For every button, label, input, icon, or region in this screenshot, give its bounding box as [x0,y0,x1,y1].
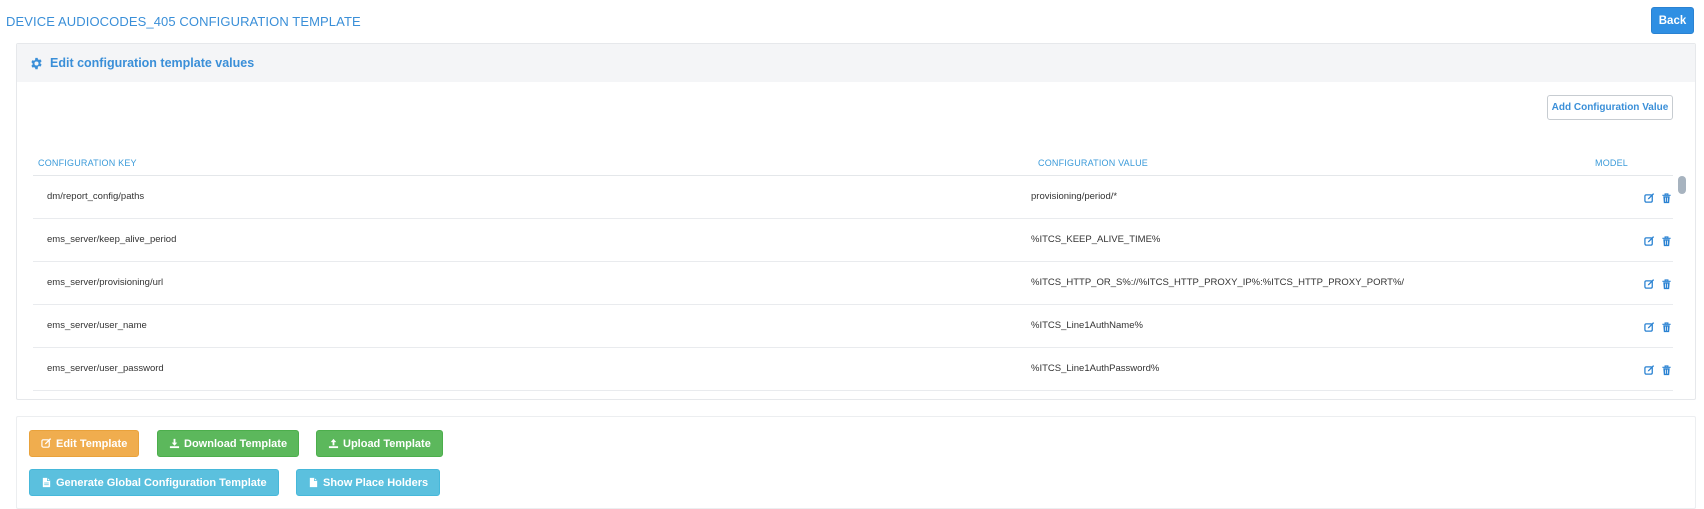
gear-icon [30,57,43,70]
edit-icon[interactable] [1644,277,1655,289]
add-configuration-value-button[interactable]: Add Configuration Value [1547,95,1673,120]
config-key: ems_server/keep_alive_period [47,234,177,245]
generate-global-template-label: Generate Global Configuration Template [56,476,267,489]
file-icon [41,477,52,488]
table-row: ems_server/keep_alive_period %ITCS_KEEP_… [33,219,1673,262]
table-row: ems_server/provisioning/url %ITCS_HTTP_O… [33,262,1673,305]
back-button[interactable]: Back [1651,7,1694,34]
config-key: dm/report_config/paths [47,191,145,202]
config-key: ems_server/user_password [47,363,164,374]
config-value: %ITCS_HTTP_OR_S%://%ITCS_HTTP_PROXY_IP%:… [1031,277,1405,288]
template-actions-panel: Edit Template Download Template Upload T… [16,416,1696,509]
config-value: %ITCS_Line1AuthName% [1031,320,1143,331]
config-values-panel: Edit configuration template values Add C… [16,43,1696,400]
edit-template-label: Edit Template [56,437,128,450]
trash-icon[interactable] [1661,234,1672,247]
config-key: ems_server/user_name [47,320,147,331]
config-value: %ITCS_Line1AuthPassword% [1031,363,1160,374]
config-table: CONFIGURATION KEY CONFIGURATION VALUE MO… [33,132,1691,397]
upload-template-label: Upload Template [343,437,431,450]
edit-icon[interactable] [1644,320,1655,332]
show-placeholders-button[interactable]: Show Place Holders [296,469,441,496]
download-template-button[interactable]: Download Template [157,430,300,457]
generate-global-template-button[interactable]: Generate Global Configuration Template [29,469,279,496]
edit-template-button[interactable]: Edit Template [29,430,140,457]
download-template-label: Download Template [184,437,288,450]
column-header-model[interactable]: MODEL [1595,158,1628,168]
table-row: dm/report_config/paths provisioning/peri… [33,176,1673,219]
trash-icon[interactable] [1661,320,1672,333]
file-icon [308,477,319,488]
scrollbar-thumb[interactable] [1678,176,1686,194]
panel-header: Edit configuration template values [17,44,1695,82]
config-value: %ITCS_KEEP_ALIVE_TIME% [1031,234,1161,245]
table-header: CONFIGURATION KEY CONFIGURATION VALUE MO… [33,132,1673,176]
trash-icon[interactable] [1661,363,1672,376]
table-row: ems_server/user_password %ITCS_Line1Auth… [33,348,1673,391]
trash-icon[interactable] [1661,277,1672,290]
trash-icon[interactable] [1661,191,1672,204]
edit-icon[interactable] [1644,363,1655,375]
upload-icon [328,438,339,449]
table-row: ems_server/user_name %ITCS_Line1AuthName… [33,305,1673,348]
table-scrollbar[interactable] [1678,176,1686,397]
column-header-key[interactable]: CONFIGURATION KEY [38,158,137,168]
edit-icon[interactable] [1644,234,1655,246]
config-key: ems_server/provisioning/url [47,277,164,288]
page-title: DEVICE AUDIOCODES_405 CONFIGURATION TEMP… [6,14,361,29]
panel-title: Edit configuration template values [50,56,255,70]
upload-template-button[interactable]: Upload Template [316,430,443,457]
column-header-value[interactable]: CONFIGURATION VALUE [1038,158,1148,168]
download-icon [169,438,180,449]
config-value: provisioning/period/* [1031,191,1118,202]
edit-icon[interactable] [1644,191,1655,203]
edit-icon [41,438,52,449]
show-placeholders-label: Show Place Holders [323,476,429,489]
